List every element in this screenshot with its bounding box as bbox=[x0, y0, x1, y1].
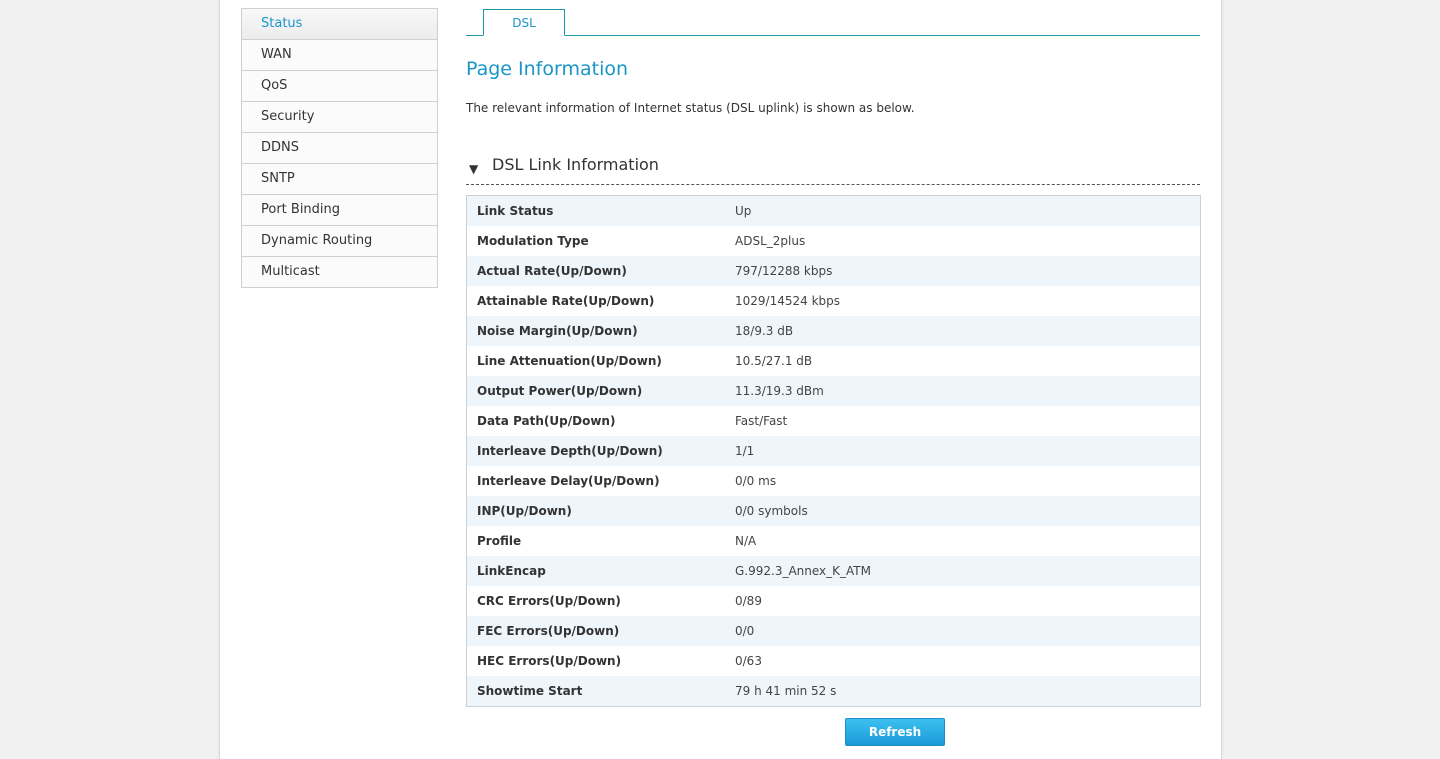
table-row: Interleave Depth(Up/Down) 1/1 bbox=[467, 436, 1200, 466]
row-label: HEC Errors(Up/Down) bbox=[477, 654, 622, 668]
table-row: Output Power(Up/Down) 11.3/19.3 dBm bbox=[467, 376, 1200, 406]
table-row: Showtime Start 79 h 41 min 52 s bbox=[467, 676, 1200, 706]
row-value: 11.3/19.3 dBm bbox=[735, 384, 824, 398]
row-value: 0/0 symbols bbox=[735, 504, 808, 518]
table-row: CRC Errors(Up/Down) 0/89 bbox=[467, 586, 1200, 616]
row-label: Link Status bbox=[477, 204, 554, 218]
row-value: 0/0 ms bbox=[735, 474, 777, 488]
sidebar-item-dynamic-routing[interactable]: Dynamic Routing bbox=[242, 226, 437, 257]
table-row: Profile N/A bbox=[467, 526, 1200, 556]
table-row: HEC Errors(Up/Down) 0/63 bbox=[467, 646, 1200, 676]
table-row: Modulation Type ADSL_2plus bbox=[467, 226, 1200, 256]
row-value: Up bbox=[735, 204, 752, 218]
table-row: Link Status Up bbox=[467, 196, 1200, 226]
sidebar-item-status[interactable]: Status bbox=[242, 9, 437, 40]
sidebar-item-ddns[interactable]: DDNS bbox=[242, 133, 437, 164]
section-header-dsl-link[interactable]: ▼ DSL Link Information bbox=[466, 154, 1200, 185]
sidebar-menu: Status WAN QoS Security DDNS SNTP Port B… bbox=[241, 8, 438, 288]
table-row: Data Path(Up/Down) Fast/Fast bbox=[467, 406, 1200, 436]
table-row: LinkEncap G.992.3_Annex_K_ATM bbox=[467, 556, 1200, 586]
row-label: CRC Errors(Up/Down) bbox=[477, 594, 621, 608]
row-value: 797/12288 kbps bbox=[735, 264, 833, 278]
row-value: 0/0 bbox=[735, 624, 755, 638]
sidebar-item-sntp[interactable]: SNTP bbox=[242, 164, 437, 195]
table-row: Actual Rate(Up/Down) 797/12288 kbps bbox=[467, 256, 1200, 286]
row-label: LinkEncap bbox=[477, 564, 546, 578]
row-label: Noise Margin(Up/Down) bbox=[477, 324, 638, 338]
row-label: Interleave Depth(Up/Down) bbox=[477, 444, 663, 458]
row-value: ADSL_2plus bbox=[735, 234, 806, 248]
row-value: 1/1 bbox=[735, 444, 755, 458]
tab-bar: DSL bbox=[466, 8, 1200, 36]
row-value: 79 h 41 min 52 s bbox=[735, 684, 837, 698]
page-title: Page Information bbox=[466, 58, 629, 80]
row-value: G.992.3_Annex_K_ATM bbox=[735, 564, 871, 578]
section-title: DSL Link Information bbox=[492, 155, 659, 174]
table-row: Attainable Rate(Up/Down) 1029/14524 kbps bbox=[467, 286, 1200, 316]
page-description: The relevant information of Internet sta… bbox=[466, 101, 915, 115]
row-value: 1029/14524 kbps bbox=[735, 294, 841, 308]
row-value: 10.5/27.1 dB bbox=[735, 354, 813, 368]
row-label: Attainable Rate(Up/Down) bbox=[477, 294, 655, 308]
tab-dsl[interactable]: DSL bbox=[483, 9, 565, 36]
page-container: Status WAN QoS Security DDNS SNTP Port B… bbox=[219, 0, 1222, 759]
row-label: INP(Up/Down) bbox=[477, 504, 572, 518]
table-row: FEC Errors(Up/Down) 0/0 bbox=[467, 616, 1200, 646]
table-row: INP(Up/Down) 0/0 symbols bbox=[467, 496, 1200, 526]
table-row: Interleave Delay(Up/Down) 0/0 ms bbox=[467, 466, 1200, 496]
row-label: Interleave Delay(Up/Down) bbox=[477, 474, 660, 488]
table-row: Noise Margin(Up/Down) 18/9.3 dB bbox=[467, 316, 1200, 346]
row-label: Profile bbox=[477, 534, 522, 548]
row-value: 0/89 bbox=[735, 594, 762, 608]
row-label: Actual Rate(Up/Down) bbox=[477, 264, 627, 278]
sidebar-item-wan[interactable]: WAN bbox=[242, 40, 437, 71]
sidebar-item-qos[interactable]: QoS bbox=[242, 71, 437, 102]
sidebar-item-security[interactable]: Security bbox=[242, 102, 437, 133]
row-label: FEC Errors(Up/Down) bbox=[477, 624, 620, 638]
row-label: Output Power(Up/Down) bbox=[477, 384, 643, 398]
row-value: N/A bbox=[735, 534, 757, 548]
sidebar-item-multicast[interactable]: Multicast bbox=[242, 257, 437, 288]
refresh-button[interactable]: Refresh bbox=[845, 718, 945, 746]
row-value: 18/9.3 dB bbox=[735, 324, 794, 338]
row-label: Line Attenuation(Up/Down) bbox=[477, 354, 662, 368]
row-label: Modulation Type bbox=[477, 234, 589, 248]
row-label: Data Path(Up/Down) bbox=[477, 414, 616, 428]
row-label: Showtime Start bbox=[477, 684, 583, 698]
table-row: Line Attenuation(Up/Down) 10.5/27.1 dB bbox=[467, 346, 1200, 376]
row-value: 0/63 bbox=[735, 654, 762, 668]
triangle-down-icon[interactable]: ▼ bbox=[469, 163, 478, 175]
dsl-info-table: Link Status Up Modulation Type ADSL_2plus Ac… bbox=[466, 195, 1201, 707]
main-content: DSL Page Information The relevant inform… bbox=[466, 8, 1201, 707]
sidebar-item-port-binding[interactable]: Port Binding bbox=[242, 195, 437, 226]
row-value: Fast/Fast bbox=[735, 414, 788, 428]
